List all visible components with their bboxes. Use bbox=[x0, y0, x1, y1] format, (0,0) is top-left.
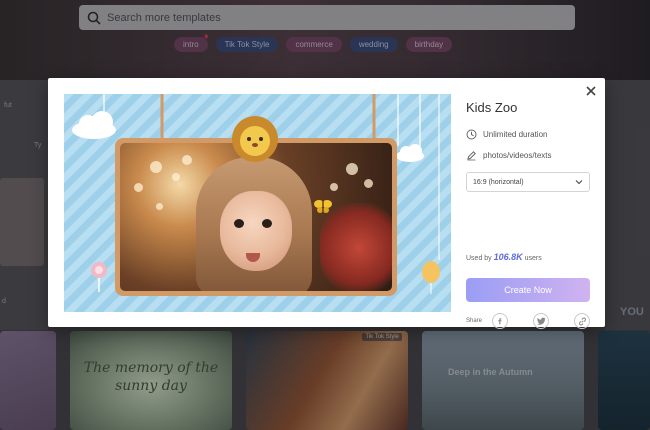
cloud-icon bbox=[396, 144, 424, 162]
template-card[interactable]: Tik Tok Style bbox=[246, 331, 408, 430]
template-card-title: Deep in the Autumn bbox=[448, 367, 533, 377]
template-info-panel: Kids Zoo Unlimited duration photos/video… bbox=[466, 94, 592, 329]
template-title: Kids Zoo bbox=[466, 100, 518, 115]
search-icon bbox=[87, 11, 101, 25]
lollipop-icon bbox=[91, 262, 107, 292]
aspect-ratio-select[interactable]: 16:9 (horizontal) bbox=[466, 172, 590, 192]
usage-prefix: Used by bbox=[466, 255, 492, 262]
cloud-icon bbox=[72, 111, 116, 139]
usage-suffix: users bbox=[524, 255, 542, 262]
right-template-text: YOU bbox=[620, 306, 644, 318]
baby-photo bbox=[120, 143, 392, 291]
clock-icon bbox=[466, 129, 477, 139]
template-card[interactable]: Deep in the Autumn bbox=[422, 331, 584, 430]
left-strip-label[interactable]: fut bbox=[4, 102, 12, 109]
usage-count: 106.8K bbox=[493, 252, 523, 262]
link-icon[interactable] bbox=[574, 313, 590, 329]
template-card[interactable]: The memory of the sunny day bbox=[70, 331, 232, 430]
template-tag-list: intro Tik Tok Style commerce wedding bir… bbox=[174, 37, 453, 52]
usage-stat: Used by 106.8K users bbox=[466, 252, 542, 262]
tag-tiktok-style[interactable]: Tik Tok Style bbox=[215, 37, 279, 52]
tag-wedding[interactable]: wedding bbox=[349, 37, 398, 52]
feature-duration-text: Unlimited duration bbox=[483, 129, 548, 139]
feature-duration: Unlimited duration bbox=[466, 128, 592, 140]
search-placeholder: Search more templates bbox=[107, 11, 221, 24]
template-card[interactable] bbox=[598, 331, 650, 430]
facebook-icon[interactable] bbox=[492, 313, 508, 329]
aspect-ratio-value: 16:9 (horizontal) bbox=[473, 178, 524, 186]
left-strip-label[interactable]: Ty bbox=[34, 142, 41, 149]
right-template-column bbox=[605, 80, 650, 330]
left-strip-label: d bbox=[2, 298, 6, 305]
tag-intro[interactable]: intro bbox=[174, 37, 208, 52]
twitter-icon[interactable] bbox=[533, 313, 549, 329]
template-preview-modal: Kids Zoo Unlimited duration photos/video… bbox=[48, 78, 605, 329]
template-card-title: The memory of the sunny day bbox=[83, 360, 219, 394]
create-now-button[interactable]: Create Now bbox=[466, 278, 590, 302]
feature-media: photos/videos/texts bbox=[466, 149, 592, 161]
template-preview-image[interactable] bbox=[64, 94, 451, 312]
left-template-thumbnail[interactable] bbox=[0, 178, 44, 266]
tag-commerce[interactable]: commerce bbox=[286, 37, 342, 52]
balloon-icon bbox=[422, 261, 440, 294]
template-search-bar[interactable]: Search more templates bbox=[79, 5, 575, 30]
tag-birthday[interactable]: birthday bbox=[405, 37, 453, 52]
template-card[interactable] bbox=[0, 331, 56, 430]
lion-icon bbox=[232, 116, 278, 162]
template-grid: The memory of the sunny day Tik Tok Styl… bbox=[0, 331, 650, 430]
chevron-down-icon bbox=[575, 180, 583, 185]
template-card-badge: Tik Tok Style bbox=[362, 333, 402, 341]
edit-icon bbox=[467, 150, 476, 160]
butterfly-icon bbox=[314, 200, 332, 213]
feature-media-text: photos/videos/texts bbox=[483, 150, 552, 160]
share-label: Share bbox=[466, 318, 483, 324]
share-row: Share bbox=[466, 312, 590, 330]
